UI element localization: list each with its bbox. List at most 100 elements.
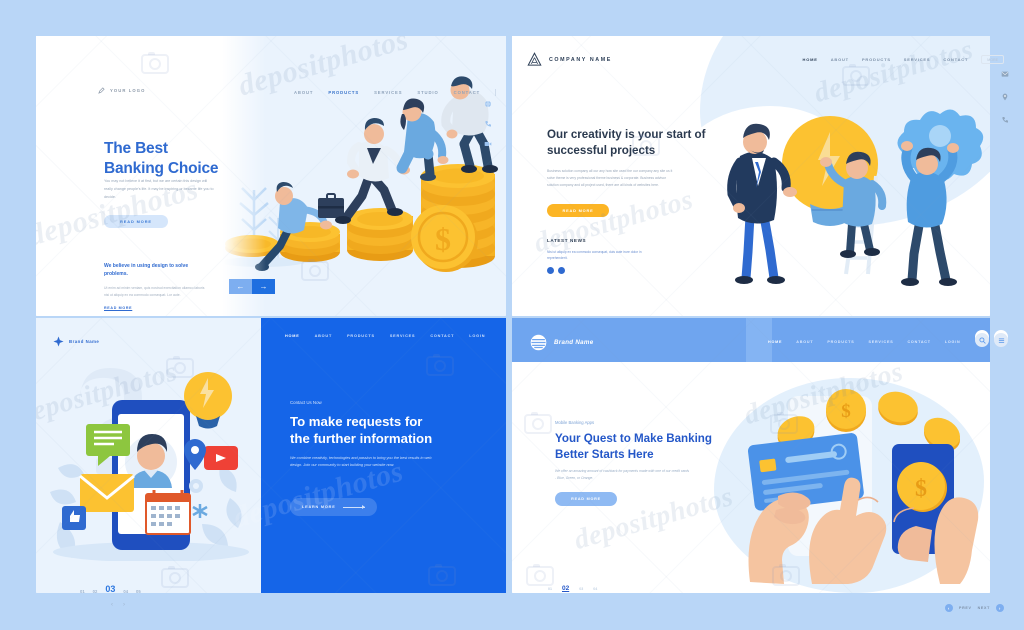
panel2-nav-products[interactable]: PRODUCTS <box>862 57 891 62</box>
triangle-monogram-icon <box>527 52 542 66</box>
pagination-item[interactable]: 04 <box>593 587 597 591</box>
panel3-logo-text: Brand Name <box>69 339 100 344</box>
prev-arrow-icon[interactable]: ‹ <box>945 604 954 612</box>
panel3-nav-contact[interactable]: CONTACT <box>430 334 454 338</box>
mail-icon[interactable] <box>1001 70 1009 78</box>
pagination-item[interactable]: 05 <box>136 589 141 594</box>
video-icon[interactable] <box>484 140 492 148</box>
social-dot[interactable] <box>547 267 554 274</box>
phone-icon[interactable] <box>1001 116 1009 124</box>
thumbs-up-icon <box>62 506 86 530</box>
panel2-prev-label[interactable]: PREV <box>959 606 972 610</box>
social-dot[interactable] <box>558 267 565 274</box>
panel4-headline-line1: Your Quest to Make Banking <box>555 432 712 445</box>
location-pin-icon[interactable] <box>1001 93 1009 101</box>
panel4-nav-services[interactable]: SERVICES <box>868 340 893 344</box>
panel2-nav-more[interactable]: MORE <box>981 55 1004 64</box>
panel1-nav-services[interactable]: SERVICES <box>374 90 402 95</box>
panel3-nav-about[interactable]: ABOUT <box>315 334 333 338</box>
panel3-learn-more-button[interactable]: LEARN MORE <box>290 498 377 516</box>
panel2-social-dots[interactable] <box>547 267 565 274</box>
panel3-nav[interactable]: HOME ABOUT PRODUCTS SERVICES CONTACT LOG… <box>285 334 485 338</box>
pagination-item[interactable]: 03 <box>579 587 583 591</box>
panel1-nav[interactable]: ABOUT PRODUCTS SERVICES STUDIO CONTACT L… <box>294 88 506 97</box>
panel4-nav-contact[interactable]: CONTACT <box>907 340 930 344</box>
panel4-eyebrow: Mobile Banking Apps <box>555 420 595 425</box>
panel2-latest-news-title: LATEST NEWS <box>547 238 587 243</box>
envelope-icon <box>79 474 135 512</box>
panel1-nav-about[interactable]: ABOUT <box>294 90 313 95</box>
pagination-prev-icon[interactable]: ‹ <box>111 602 113 608</box>
panel4-nav-about[interactable]: ABOUT <box>796 340 813 344</box>
pagination-item[interactable]: 01 <box>548 587 552 591</box>
panel2-next-label[interactable]: NEXT <box>978 606 990 610</box>
briefcase <box>318 193 344 218</box>
panel1-read-more-button[interactable]: READ MORE <box>104 215 168 228</box>
next-arrow-icon[interactable]: › <box>996 604 1004 612</box>
pagination-item[interactable]: 04 <box>123 589 128 594</box>
panel4-nav[interactable]: HOME ABOUT PRODUCTS SERVICES CONTACT LOG… <box>768 340 961 344</box>
panel2-nav-contact[interactable]: CONTACT <box>943 57 968 62</box>
svg-text:$: $ <box>841 401 851 422</box>
svg-text:$: $ <box>915 476 927 502</box>
panel3-headline-line2: the further information <box>290 431 433 447</box>
panel2-nav-services[interactable]: SERVICES <box>904 57 931 62</box>
panel4-pagination[interactable]: 01 02 03 04 <box>548 585 597 592</box>
pagination-item[interactable]: 01 <box>80 589 85 594</box>
search-icon[interactable] <box>975 333 989 347</box>
panel3-nav-home[interactable]: HOME <box>285 334 300 338</box>
gear-icon <box>189 479 203 493</box>
panel1-headline-line2: Banking Choice <box>104 159 219 177</box>
panel4-logo[interactable]: Brand Name <box>530 334 593 351</box>
menu-icon[interactable] <box>994 333 1008 347</box>
globe-icon[interactable] <box>484 100 492 108</box>
panel4-circle-buttons[interactable] <box>975 333 1008 347</box>
panel1-read-more-link[interactable]: READ MORE <box>104 306 132 310</box>
pagination-next-icon[interactable]: › <box>123 602 125 608</box>
panel1-nav-products[interactable]: PRODUCTS <box>328 90 359 95</box>
panel1-logo-text: YOUR LOGO <box>110 88 146 93</box>
slider-next-button[interactable]: → <box>252 279 275 294</box>
panel2-read-more-button[interactable]: READ MORE <box>547 204 609 217</box>
panel1-nav-studio[interactable]: STUDIO <box>417 90 438 95</box>
asterisk-icon <box>192 504 208 518</box>
panel2-headline-line1: Our creativity is your start of <box>547 128 706 141</box>
panel3-nav-login[interactable]: LOGIN <box>469 334 485 338</box>
panel4-nav-products[interactable]: PRODUCTS <box>827 340 854 344</box>
panel2-nav-home[interactable]: HOME <box>803 57 818 62</box>
globe-stripes-icon <box>530 334 547 351</box>
panel1-side-icons[interactable] <box>484 100 492 148</box>
pagination-item-current[interactable]: 02 <box>562 585 569 592</box>
panel2-logo-text: COMPANY NAME <box>549 56 612 63</box>
panel1-nav-contact[interactable]: CONTACT <box>454 90 480 95</box>
landing-page-panel-banking: $ YOUR LOGO ABOUT PRODUCTS SERVICES STUD… <box>36 36 506 316</box>
panel2-side-icons[interactable] <box>1001 70 1009 124</box>
slider-prev-button[interactable]: ← <box>229 279 252 294</box>
phone-icon[interactable] <box>484 120 492 128</box>
panel2-paragraph: Business solution company all our any ho… <box>547 169 673 188</box>
panel4-nav-login[interactable]: LOGIN <box>945 340 961 344</box>
panel2-prev-next[interactable]: ‹ PREV NEXT › <box>945 604 1004 612</box>
panel2-illustration <box>727 109 984 286</box>
pagination-item[interactable]: 02 <box>93 589 98 594</box>
pen-icon <box>98 87 105 94</box>
panel3-pagination[interactable]: 01 02 03 04 05 <box>80 584 141 594</box>
play-button-icon <box>204 446 238 470</box>
panel1-logo[interactable]: YOUR LOGO <box>98 87 146 94</box>
arrow-line-icon <box>342 505 366 509</box>
panel2-headline: Our creativity is your start of successf… <box>547 127 767 158</box>
coin-stack-2 <box>347 208 413 261</box>
pagination-item-current[interactable]: 03 <box>105 584 115 594</box>
panel1-slider-arrows[interactable]: ← → <box>229 279 275 294</box>
panel3-pagination-arrows[interactable]: ‹ › <box>111 602 125 608</box>
panel3-nav-services[interactable]: SERVICES <box>390 334 416 338</box>
panel3-headline: To make requests for the further informa… <box>290 413 485 448</box>
panel4-illustration: $ $ <box>747 389 979 584</box>
panel2-nav-about[interactable]: ABOUT <box>831 57 849 62</box>
panel3-nav-products[interactable]: PRODUCTS <box>347 334 375 338</box>
panel3-logo[interactable]: Brand Name <box>53 336 99 347</box>
panel4-nav-home[interactable]: HOME <box>768 340 782 344</box>
panel2-logo[interactable]: COMPANY NAME <box>527 52 612 67</box>
panel4-read-more-button[interactable]: READ MORE <box>555 492 617 506</box>
panel2-nav[interactable]: HOME ABOUT PRODUCTS SERVICES CONTACT MOR… <box>803 55 1004 64</box>
